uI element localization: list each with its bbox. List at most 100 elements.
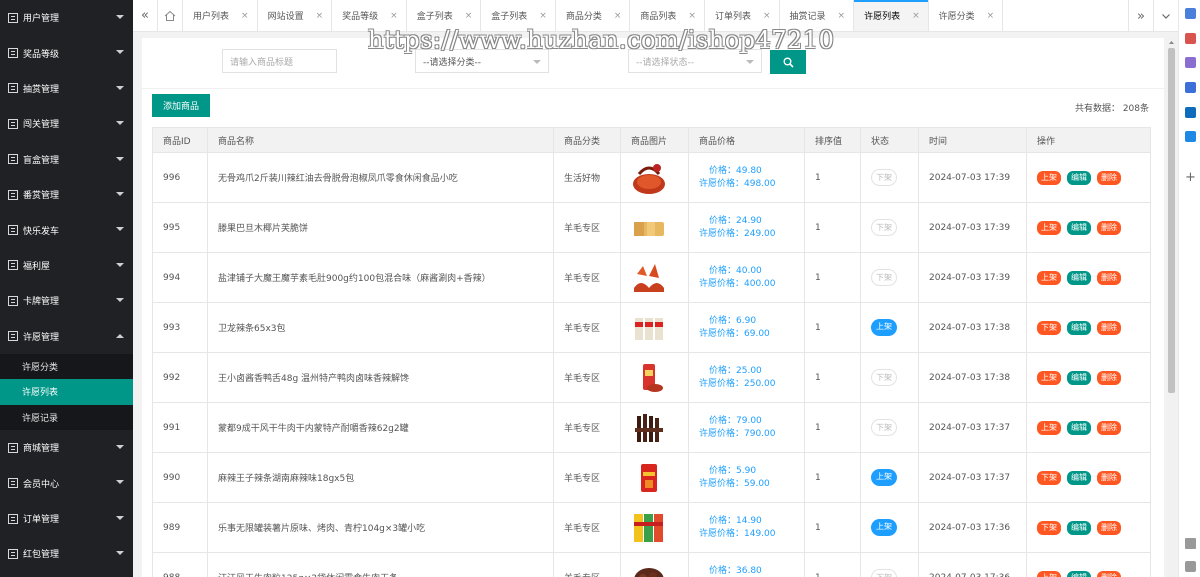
product-price-cell: 价格：24.90 许愿价格：249.00 <box>688 202 805 253</box>
add-product-button[interactable]: 添加商品 <box>152 94 210 117</box>
outlook-icon[interactable] <box>1185 107 1196 118</box>
sidebar-item[interactable]: 商城管理 <box>0 430 133 465</box>
settings-icon[interactable] <box>1185 561 1196 572</box>
status-badge[interactable]: 下架 <box>871 369 897 386</box>
status-badge[interactable]: 上架 <box>871 519 897 536</box>
product-id: 990 <box>152 452 208 503</box>
delete-button[interactable]: 删除 <box>1097 520 1121 535</box>
chevron-down-icon <box>116 515 124 520</box>
sidebar-item[interactable]: 许愿管理 <box>0 319 133 354</box>
menu-icon <box>8 478 18 489</box>
status-cell: 上架 <box>860 302 919 353</box>
title-search-input[interactable]: 请输入商品标题 <box>222 49 337 73</box>
sidebar-subitem[interactable]: 许愿列表 <box>0 379 133 405</box>
add-icon[interactable]: + <box>1185 170 1196 185</box>
edit-button[interactable]: 编辑 <box>1067 520 1091 535</box>
scroll-up-arrow-icon[interactable] <box>1167 38 1176 47</box>
close-icon[interactable]: × <box>539 11 547 21</box>
toggle-listing-button[interactable]: 下架 <box>1037 320 1061 335</box>
menu-icon <box>8 118 18 129</box>
panel-icon[interactable] <box>1185 538 1196 549</box>
tag-icon[interactable] <box>1185 8 1196 19</box>
close-icon[interactable]: × <box>614 11 622 21</box>
delete-button[interactable]: 删除 <box>1097 270 1121 285</box>
delete-button[interactable]: 删除 <box>1097 420 1121 435</box>
sidebar-subitem[interactable]: 许愿记录 <box>0 405 133 430</box>
briefcase-icon[interactable] <box>1185 33 1196 44</box>
edit-button[interactable]: 编辑 <box>1067 170 1091 185</box>
product-price: 价格：40.00 <box>709 265 762 276</box>
sidebar-subitem[interactable]: 许愿分类 <box>0 354 133 379</box>
sidebar-item[interactable]: 奖品等级 <box>0 35 133 70</box>
edit-button[interactable]: 编辑 <box>1067 320 1091 335</box>
close-icon[interactable]: × <box>316 11 324 21</box>
close-icon[interactable]: × <box>838 11 846 21</box>
toggle-listing-button[interactable]: 上架 <box>1037 170 1061 185</box>
edit-button[interactable]: 编辑 <box>1067 270 1091 285</box>
tab[interactable]: 用户列表 × <box>183 0 258 31</box>
edit-button[interactable]: 编辑 <box>1067 370 1091 385</box>
product-price: 价格：6.90 <box>709 315 757 326</box>
status-badge[interactable]: 下架 <box>871 569 897 577</box>
edit-button[interactable]: 编辑 <box>1067 570 1091 577</box>
delete-button[interactable]: 删除 <box>1097 470 1121 485</box>
sidebar-item-label: 奖品等级 <box>23 49 60 60</box>
close-icon[interactable]: × <box>688 11 696 21</box>
status-badge[interactable]: 下架 <box>871 269 897 286</box>
sidebar-item[interactable]: 用户管理 <box>0 0 133 35</box>
close-icon[interactable]: × <box>465 11 473 21</box>
sidebar-item[interactable]: 快乐发车 <box>0 212 133 247</box>
scroll-tabs-right-icon[interactable]: » <box>1128 0 1153 32</box>
scrollbar-thumb[interactable] <box>1168 48 1175 393</box>
toggle-listing-button[interactable]: 上架 <box>1037 270 1061 285</box>
people-icon[interactable] <box>1185 57 1196 68</box>
sidebar-item[interactable]: 抽赏管理 <box>0 71 133 106</box>
home-icon[interactable] <box>158 0 183 31</box>
close-icon[interactable]: × <box>241 11 249 21</box>
toggle-listing-button[interactable]: 上架 <box>1037 570 1061 577</box>
edit-button[interactable]: 编辑 <box>1067 470 1091 485</box>
tab[interactable]: 许愿列表 × <box>854 0 929 31</box>
status-badge[interactable]: 上架 <box>871 469 897 486</box>
toggle-listing-button[interactable]: 下架 <box>1037 470 1061 485</box>
chevron-down-icon <box>116 227 124 232</box>
status-badge[interactable]: 上架 <box>871 319 897 336</box>
close-icon[interactable]: × <box>390 11 398 21</box>
send-icon[interactable] <box>1185 131 1196 142</box>
close-icon[interactable]: × <box>987 11 995 21</box>
tab-menu-chevron-down-icon[interactable] <box>1153 0 1178 32</box>
status-badge[interactable]: 下架 <box>871 169 897 186</box>
close-icon[interactable]: × <box>912 11 920 21</box>
sidebar-item[interactable]: 福利屋 <box>0 248 133 283</box>
toggle-listing-button[interactable]: 上架 <box>1037 220 1061 235</box>
delete-button[interactable]: 删除 <box>1097 220 1121 235</box>
delete-button[interactable]: 删除 <box>1097 370 1121 385</box>
sidebar-item[interactable]: 红包管理 <box>0 536 133 571</box>
edit-button[interactable]: 编辑 <box>1067 220 1091 235</box>
content-area: 请输入商品标题 --请选择分类-- --请选择状态-- 添加商品 共有数据： 2… <box>133 26 1178 577</box>
sidebar-item[interactable]: 订单管理 <box>0 501 133 536</box>
sidebar-item[interactable]: 会员中心 <box>0 465 133 500</box>
sidebar-item[interactable]: 番赏管理 <box>0 177 133 212</box>
toggle-listing-button[interactable]: 下架 <box>1037 520 1061 535</box>
actions-cell: 上架 编辑 删除 <box>1026 352 1151 403</box>
status-badge[interactable]: 下架 <box>871 419 897 436</box>
sidebar-item[interactable]: 闯关管理 <box>0 106 133 141</box>
copilot-icon[interactable] <box>1185 82 1196 93</box>
tab[interactable]: 网站设置 × <box>258 0 333 31</box>
sidebar-item[interactable]: 盲盒管理 <box>0 142 133 177</box>
status-badge[interactable]: 下架 <box>871 219 897 236</box>
tab[interactable]: 许愿分类 × <box>929 0 1004 31</box>
toggle-listing-button[interactable]: 上架 <box>1037 370 1061 385</box>
product-category: 羊毛专区 <box>553 202 621 253</box>
delete-button[interactable]: 删除 <box>1097 170 1121 185</box>
toggle-listing-button[interactable]: 上架 <box>1037 420 1061 435</box>
scroll-tabs-left-icon[interactable]: « <box>133 0 158 31</box>
delete-button[interactable]: 删除 <box>1097 320 1121 335</box>
vertical-scrollbar[interactable] <box>1167 38 1176 577</box>
sort-value: 1 <box>804 352 861 403</box>
sidebar-item[interactable]: 卡牌管理 <box>0 283 133 318</box>
delete-button[interactable]: 删除 <box>1097 570 1121 577</box>
edit-button[interactable]: 编辑 <box>1067 420 1091 435</box>
close-icon[interactable]: × <box>763 11 771 21</box>
